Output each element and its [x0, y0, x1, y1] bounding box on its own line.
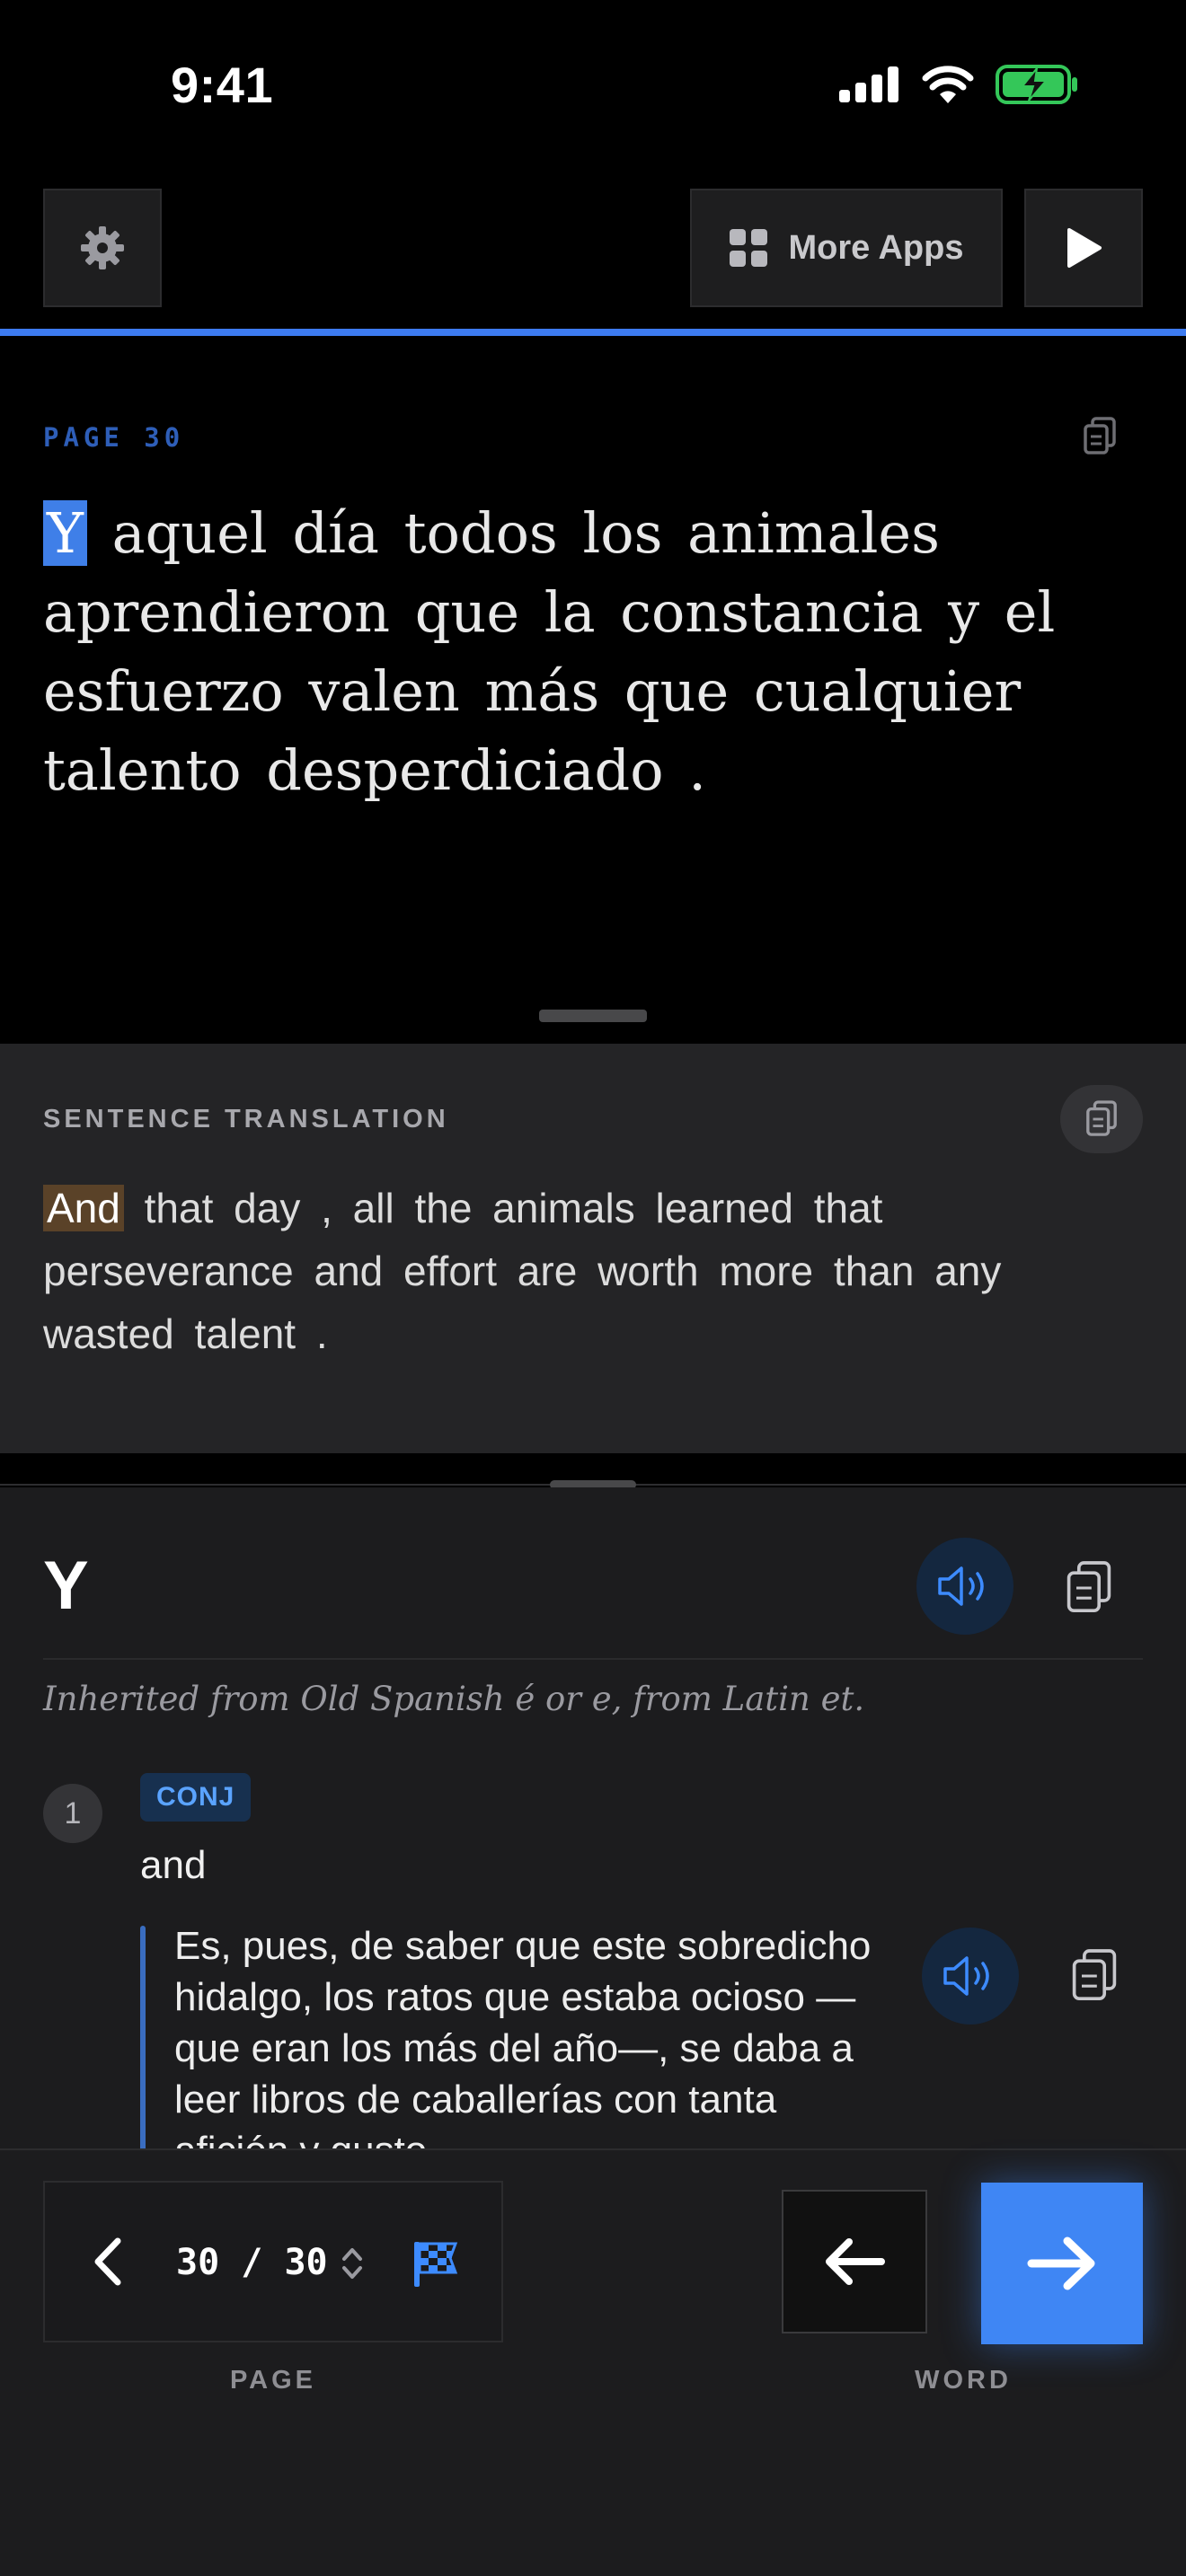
finish-button[interactable] — [406, 2235, 464, 2292]
copy-icon — [1067, 1561, 1111, 1613]
page-label: PAGE 30 — [43, 422, 185, 453]
sense-gloss: and — [140, 1843, 207, 1887]
speaker-icon — [938, 1566, 984, 1606]
part-of-speech-badge: CONJ — [140, 1773, 252, 1822]
spanish-sentence[interactable]: Y aquel día todos los animales aprendier… — [43, 494, 1121, 810]
dictionary-headword: Y — [43, 1548, 89, 1624]
current-page: 30 — [176, 2242, 220, 2283]
speaker-icon — [943, 1956, 989, 1996]
chevron-up-down-icon — [342, 2248, 362, 2279]
settings-button[interactable] — [43, 189, 162, 307]
pane-resize-handle[interactable] — [539, 1010, 647, 1022]
chevron-left-icon — [94, 2237, 121, 2286]
divider — [43, 1658, 1143, 1660]
word-caption: WORD — [915, 2366, 1012, 2395]
sentence-text[interactable]: aquel día todos los animales aprendieron… — [43, 500, 1055, 803]
copy-icon — [1072, 1949, 1117, 2001]
page-caption: PAGE — [229, 2366, 317, 2395]
checkered-flag-icon — [414, 2242, 458, 2287]
copy-page-button[interactable] — [1075, 411, 1125, 462]
example-sentence: Es, pues, de saber que este sobredicho h… — [174, 1924, 872, 2148]
page-stepper[interactable] — [336, 2242, 368, 2285]
translation-text: And that day , all the animals learned t… — [43, 1177, 1139, 1365]
etymology-text: Inherited from Old Spanish é or e, from … — [43, 1680, 865, 1718]
play-button[interactable] — [1024, 189, 1143, 307]
pronounce-word-button[interactable] — [916, 1538, 1013, 1635]
copy-translation-button[interactable] — [1060, 1085, 1143, 1153]
signal-icon — [839, 66, 898, 102]
grid-icon — [729, 229, 767, 267]
translation-highlighted-word: And — [43, 1185, 124, 1231]
copy-icon — [1084, 417, 1116, 454]
previous-word-button[interactable] — [782, 2190, 927, 2333]
play-icon — [1067, 228, 1102, 268]
more-apps-button[interactable]: More Apps — [690, 189, 1003, 307]
battery-icon — [996, 65, 1077, 104]
page-separator: / — [241, 2242, 263, 2283]
example-clip: Es, pues, de saber que este sobredicho h… — [174, 1920, 893, 2148]
next-word-button[interactable] — [981, 2183, 1143, 2344]
status-icons — [839, 65, 1078, 104]
sense-number: 1 — [43, 1784, 102, 1843]
translation-rest: that day , all the animals learned that … — [43, 1185, 1002, 1357]
copy-word-button[interactable] — [1048, 1547, 1130, 1629]
status-time: 9:41 — [171, 57, 274, 113]
translation-label: SENTENCE TRANSLATION — [43, 1105, 449, 1134]
page-counter[interactable]: 30 / 30 — [176, 2242, 328, 2283]
copy-example-button[interactable] — [1053, 1935, 1136, 2017]
highlighted-word[interactable]: Y — [43, 500, 87, 566]
arrow-right-icon — [1027, 2236, 1095, 2290]
copy-icon — [1086, 1100, 1117, 1136]
previous-page-button[interactable] — [83, 2236, 133, 2287]
wifi-icon — [922, 66, 974, 103]
reading-progress-bar — [0, 329, 1186, 336]
arrow-left-icon — [826, 2238, 885, 2285]
example-quote-bar — [140, 1926, 146, 2152]
gear-icon — [81, 226, 124, 269]
total-pages: 30 — [284, 2242, 328, 2283]
more-apps-label: More Apps — [788, 228, 964, 267]
pronounce-example-button[interactable] — [922, 1928, 1019, 2025]
